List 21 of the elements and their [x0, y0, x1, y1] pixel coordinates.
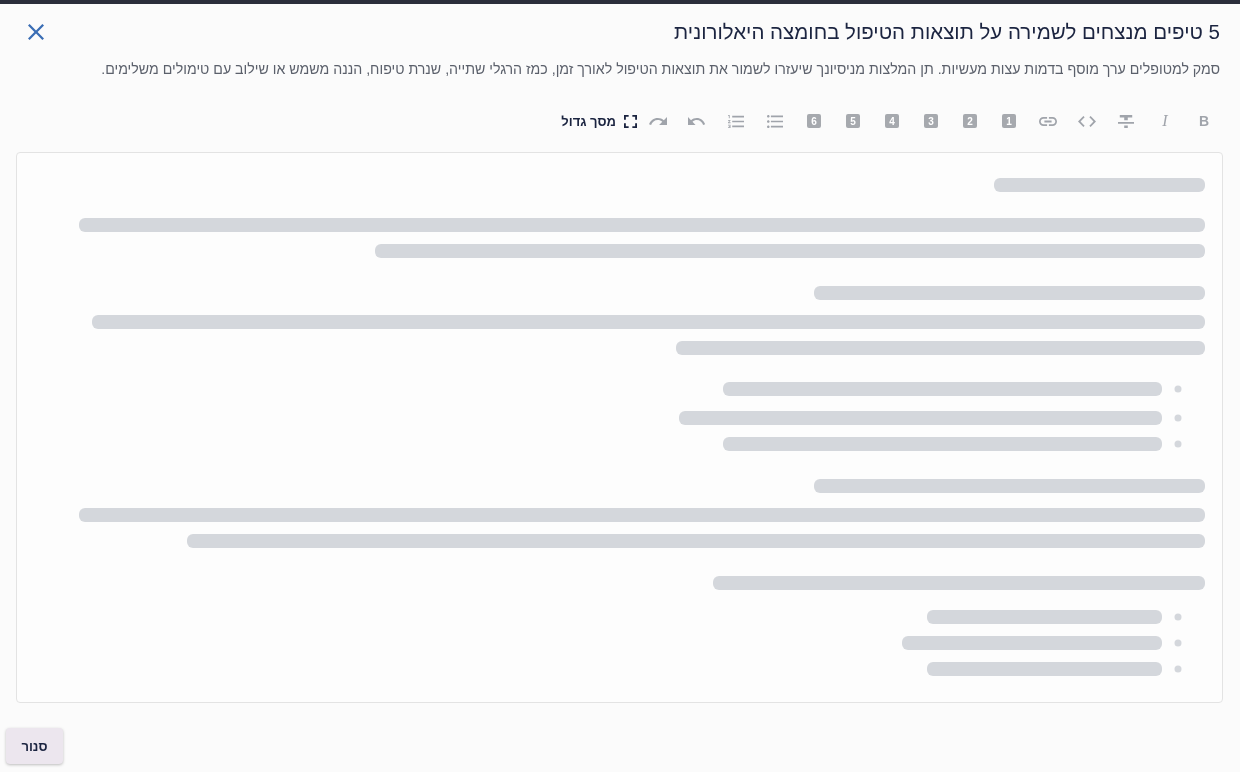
bullet-icon — [1174, 440, 1182, 448]
editor-field[interactable] — [16, 152, 1223, 703]
close-button[interactable] — [27, 23, 45, 41]
fullscreen-button[interactable]: מסך גדול — [561, 109, 637, 133]
code-icon — [1078, 115, 1096, 127]
close-dialog-button[interactable]: סנור — [6, 728, 63, 764]
bullet-list-icon — [767, 114, 783, 128]
redo-arrow-icon — [649, 117, 667, 125]
bullet-icon — [1174, 613, 1182, 621]
bullet-icon — [1174, 414, 1182, 422]
bullet-icon — [1174, 639, 1182, 647]
dialog-title: 5 טיפים מנצחים לשמירה על תוצאות הטיפול בחומצה היאלורונית — [674, 20, 1220, 44]
strikethrough-icon — [1118, 114, 1134, 128]
fullscreen-icon — [624, 114, 637, 128]
numbered-list-icon — [728, 114, 744, 128]
dialog-description: סמק למטופלים ערך מוסף בדמות עצות מעשיות. תן המלצות מניסיונך שיעזרו לשמור את תוצאות הטיפול לאורך זמן, כמז הרגלי שתייה, שנרת טיפוח, הננה משמש או שילוב עם טימולים משלימים. — [100, 60, 1221, 78]
bullet-icon — [1174, 385, 1182, 393]
undo-arrow-icon — [688, 117, 706, 125]
close-icon — [28, 24, 44, 40]
link-icon — [1039, 116, 1057, 126]
bullet-icon — [1174, 665, 1182, 673]
